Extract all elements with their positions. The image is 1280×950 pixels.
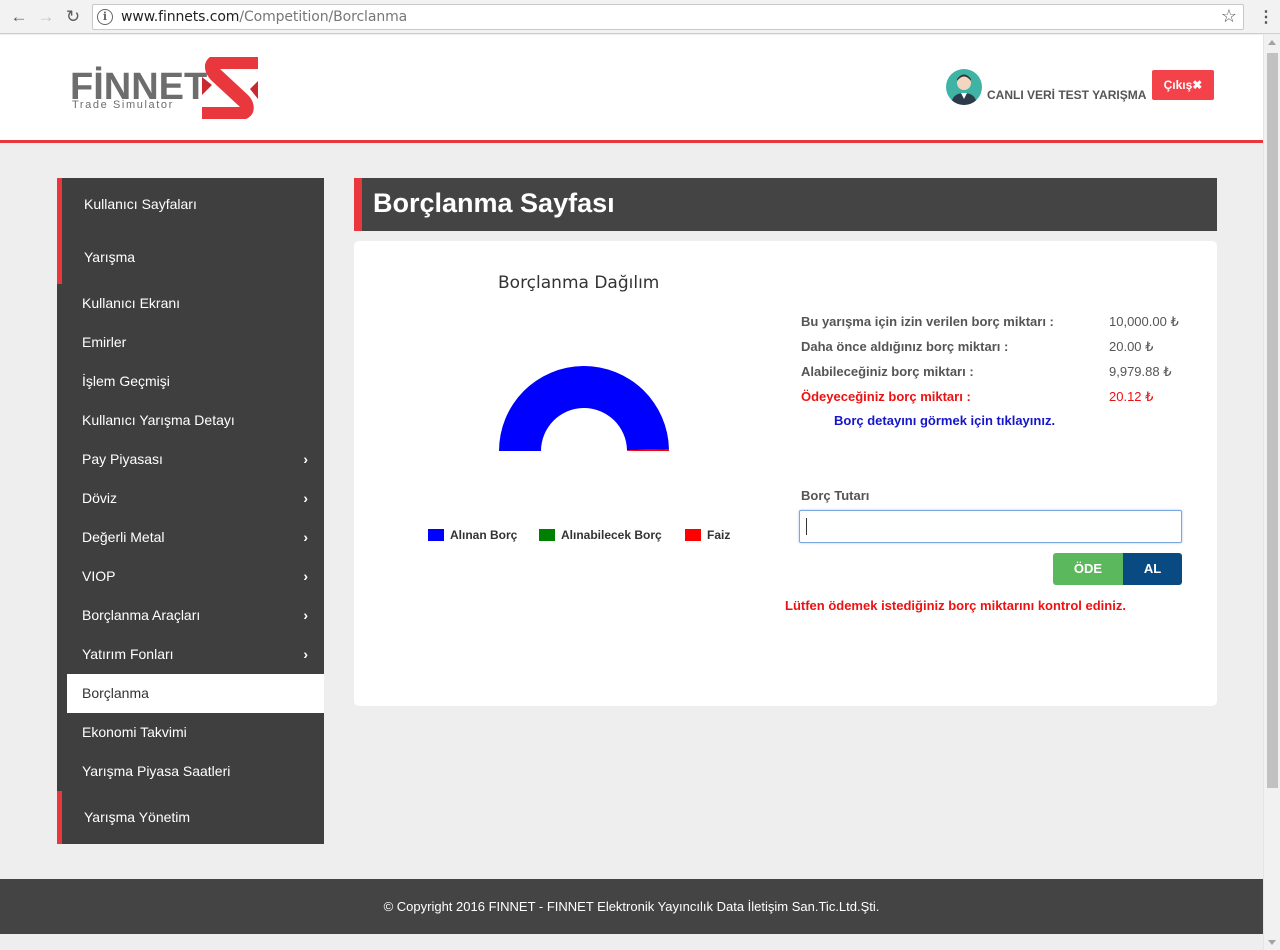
page-scrollbar[interactable] [1263,35,1280,950]
take-button[interactable]: AL [1123,553,1182,585]
sidebar-item-yatirim-fonlari[interactable]: Yatırım Fonları › [57,635,324,674]
available-debt-value: 9,979.88 ₺ [1109,364,1172,379]
sidebar-item-emirler[interactable]: Emirler [57,323,324,362]
site-footer: © Copyright 2016 FINNET - FINNET Elektro… [0,879,1263,934]
sidebar-item-islem-gecmisi[interactable]: İşlem Geçmişi [57,362,324,401]
sidebar-item-ekonomi-takvimi[interactable]: Ekonomi Takvimi [57,713,324,752]
borclanma-card: Borçlanma Dağılım Alınan Borç Alınabilec… [354,241,1217,706]
logout-button[interactable]: Çıkış✖ [1152,70,1214,100]
finnet-logo-icon[interactable] [198,55,264,121]
chevron-right-icon: › [303,529,308,545]
taken-debt-label: Daha önce aldığınız borç miktarı : [801,339,1009,354]
legend-item-faiz[interactable]: Faiz [685,528,730,542]
forward-icon[interactable]: → [35,6,57,28]
url-text[interactable]: www.finnets.com/Competition/Borclanma [121,9,407,25]
sidebar-item-pay-piyasasi[interactable]: Pay Piyasası › [57,440,324,479]
legend-item-alinabilecek-borc[interactable]: Alınabilecek Borç [539,528,662,542]
scroll-thumb[interactable] [1267,53,1278,788]
debt-amount-label: Borç Tutarı [801,488,870,503]
available-debt-label: Alabileceğiniz borç miktarı : [801,364,974,379]
legend-swatch-red [685,529,701,541]
allowed-debt-value: 10,000.00 ₺ [1109,314,1179,329]
warning-message: Lütfen ödemek istediğiniz borç miktarını… [785,598,1126,613]
user-icon [951,74,977,105]
chevron-right-icon: › [303,607,308,623]
pay-button[interactable]: ÖDE [1053,553,1123,585]
bookmark-star-icon[interactable]: ☆ [1221,6,1237,27]
sidebar-item-doviz[interactable]: Döviz › [57,479,324,518]
chevron-right-icon: › [303,451,308,467]
logo-subtitle: Trade Simulator [72,99,174,111]
sidebar-section-yarisma[interactable]: Yarışma [57,230,324,284]
sidebar-section-yarisma-yonetim[interactable]: Yarışma Yönetim [57,791,324,844]
sidebar-item-borclanma-araclari[interactable]: Borçlanma Araçları › [57,596,324,635]
sidebar-item-kullanici-ekrani[interactable]: Kullanıcı Ekranı [57,284,324,323]
scroll-up-arrow-icon[interactable] [1268,40,1276,45]
chevron-right-icon: › [303,646,308,662]
sidebar-item-yarisma-piyasa-saatleri[interactable]: Yarışma Piyasa Saatleri [57,752,324,791]
legend-swatch-blue [428,529,444,541]
back-icon[interactable]: ← [8,6,30,28]
sidebar: Kullanıcı Sayfaları Yarışma Kullanıcı Ek… [57,178,324,844]
browser-menu-icon[interactable]: ⋮ [1258,7,1274,27]
payable-debt-label: Ödeyeceğiniz borç miktarı : [801,389,971,404]
info-icon[interactable]: i [97,9,113,25]
debt-distribution-chart[interactable] [484,359,684,459]
chevron-right-icon: › [303,568,308,584]
taken-debt-value: 20.00 ₺ [1109,339,1154,354]
text-caret [806,518,807,535]
payable-debt-value: 20.12 ₺ [1109,389,1154,404]
legend-item-alinan-borc[interactable]: Alınan Borç [428,528,517,542]
sidebar-item-degerli-metal[interactable]: Değerli Metal › [57,518,324,557]
allowed-debt-label: Bu yarışma için izin verilen borç miktar… [801,314,1054,329]
address-bar[interactable]: i www.finnets.com/Competition/Borclanma … [92,4,1244,30]
chart-title: Borçlanma Dağılım [498,273,660,293]
sidebar-item-viop[interactable]: VIOP › [57,557,324,596]
reload-icon[interactable]: ↻ [62,6,84,28]
chart-slice-alınan-borç[interactable] [499,366,669,451]
debt-amount-input[interactable] [799,510,1182,543]
debt-detail-link[interactable]: Borç detayını görmek için tıklayınız. [834,413,1055,428]
user-avatar[interactable] [946,69,982,105]
copyright-text: © Copyright 2016 FINNET - FINNET Elektro… [383,899,880,914]
sidebar-item-kullanici-yarisma-detayi[interactable]: Kullanıcı Yarışma Detayı [57,401,324,440]
page-header: Borçlanma Sayfası [354,178,1217,231]
site-header: FİNNET Trade Simulator CANLI VERİ TEST Y… [0,35,1263,143]
scroll-down-arrow-icon[interactable] [1268,940,1276,945]
sidebar-section-kullanici-sayfalari[interactable]: Kullanıcı Sayfaları [57,178,324,230]
legend-swatch-green [539,529,555,541]
sidebar-item-borclanma[interactable]: Borçlanma [67,674,324,713]
competition-name: CANLI VERİ TEST YARIŞMA [987,88,1147,102]
browser-toolbar: ← → ↻ i www.finnets.com/Competition/Borc… [0,0,1280,34]
chevron-right-icon: › [303,490,308,506]
page-title: Borçlanma Sayfası [373,188,615,218]
